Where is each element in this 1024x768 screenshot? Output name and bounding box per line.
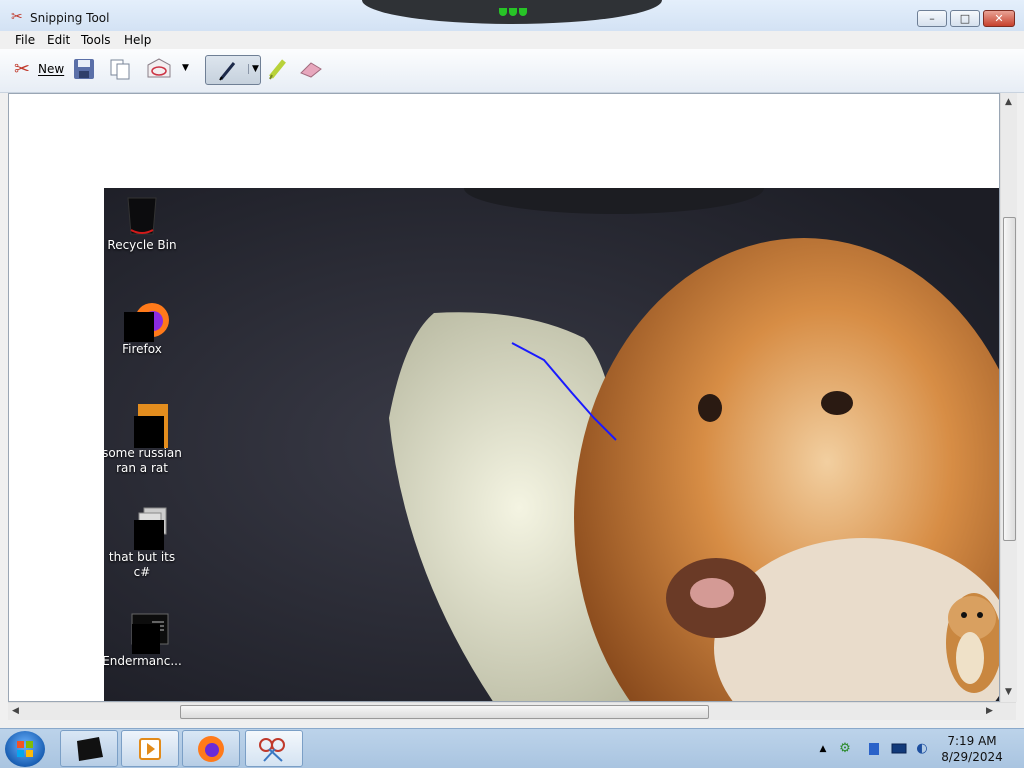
notch-light (499, 8, 507, 16)
firefox-icon (122, 298, 169, 342)
save-button[interactable] (72, 57, 100, 83)
desktop-icon-terminal[interactable]: Endermanc... (104, 610, 185, 669)
close-button[interactable]: ✕ (983, 10, 1015, 27)
desktop-icon-stack[interactable]: that but its c# (104, 506, 185, 580)
start-button[interactable] (5, 731, 45, 767)
new-label: New (38, 62, 65, 76)
eraser-icon (300, 62, 322, 78)
copy-button[interactable] (108, 57, 136, 83)
scissors-icon: ✂ (14, 58, 30, 80)
hamster-wallpaper (104, 188, 999, 701)
vertical-scroll-thumb[interactable] (1003, 217, 1016, 541)
send-snip-button[interactable]: ▼ (146, 57, 192, 83)
horizontal-scrollbar[interactable]: ◀ ▶ (8, 702, 1016, 720)
desktop-icon-label: Firefox (122, 342, 162, 356)
document-icon: e (122, 402, 168, 448)
notes-icon[interactable] (866, 741, 882, 757)
taskbar-app-firefox[interactable] (182, 730, 240, 767)
desktop-icon-document[interactable]: e some russianran a rat (104, 402, 185, 476)
stack-icon (122, 506, 167, 550)
snip-canvas[interactable]: Recycle Bin Firefox e some russianran a … (8, 93, 1000, 702)
snipping-tool-icon (259, 738, 285, 762)
scroll-up-icon[interactable]: ▲ (1005, 97, 1012, 107)
menu-help[interactable]: Help (124, 33, 151, 47)
folder-icon (77, 737, 103, 761)
save-icon (74, 59, 94, 79)
taskbar-app-snipping-tool[interactable] (245, 730, 303, 767)
eraser-button[interactable] (298, 57, 324, 83)
chevron-down-icon[interactable]: ▼ (248, 64, 259, 74)
chevron-down-icon[interactable]: ▼ (182, 63, 189, 73)
highlighter-icon (269, 59, 286, 80)
notch-light (519, 8, 527, 16)
vertical-scrollbar[interactable]: ▲ ▼ (1000, 93, 1017, 702)
snipping-tool-window: ✂ Snipping Tool – □ ✕ File Edit Tools He… (0, 0, 1024, 728)
firefox-icon (198, 736, 224, 762)
recycle-bin-icon (122, 194, 162, 235)
desktop-icon-label: that but its c# (108, 550, 176, 579)
copy-icon (110, 59, 130, 80)
scissors-icon: ✂ (11, 9, 23, 25)
new-snip-button[interactable]: ✂ New (8, 57, 68, 83)
desktop-icon-label: some russian ran a rat (104, 446, 182, 475)
menu-tools[interactable]: Tools (81, 33, 111, 47)
pen-button[interactable]: ▼ (205, 55, 261, 85)
scroll-right-icon[interactable]: ▶ (986, 706, 993, 716)
title-bar[interactable]: ✂ Snipping Tool – □ ✕ (0, 0, 1024, 31)
terminal-icon (122, 610, 169, 654)
maximize-button[interactable]: □ (950, 10, 980, 27)
taskbar: ▲ ⚙ ◐ 7:19 AM 8/29/2024 (0, 728, 1024, 768)
desktop-notch (362, 0, 662, 24)
sound-icon[interactable]: ◐ (914, 741, 930, 757)
menu-file[interactable]: File (15, 33, 35, 47)
desktop-icon-recycle-bin[interactable]: Recycle Bin (104, 194, 185, 253)
clock-date: 8/29/2024 (941, 750, 1003, 764)
highlighter-button[interactable] (266, 57, 292, 83)
notch-light (509, 8, 517, 16)
desktop-icon-label: Recycle Bin (107, 238, 177, 252)
taskbar-app-media-player[interactable] (121, 730, 179, 767)
media-player-icon (139, 738, 161, 760)
minimize-button[interactable]: – (917, 10, 947, 27)
horizontal-scroll-thumb[interactable] (180, 705, 709, 719)
system-clock[interactable]: 7:19 AM 8/29/2024 (940, 733, 1004, 765)
pen-icon (219, 62, 236, 81)
menu-edit[interactable]: Edit (47, 33, 70, 47)
captured-screenshot: Recycle Bin Firefox e some russianran a … (104, 188, 999, 701)
menu-bar: File Edit Tools Help (0, 31, 1024, 49)
desktop-icon-label: Endermanc... (104, 654, 182, 668)
scroll-down-icon[interactable]: ▼ (1005, 687, 1012, 697)
display-icon[interactable] (891, 741, 907, 757)
scroll-left-icon[interactable]: ◀ (12, 706, 19, 716)
network-icon[interactable]: ⚙ (837, 741, 853, 757)
send-icon (147, 58, 171, 78)
taskbar-app-folder[interactable] (60, 730, 118, 767)
toolbar: ✂ New ▼ ▼ (0, 49, 1024, 93)
windows-logo-icon (17, 741, 33, 757)
clock-time: 7:19 AM (947, 734, 997, 748)
window-title: Snipping Tool (30, 11, 110, 25)
desktop-icon-firefox[interactable]: Firefox (104, 298, 185, 357)
chevron-up-icon[interactable]: ▲ (815, 741, 831, 757)
